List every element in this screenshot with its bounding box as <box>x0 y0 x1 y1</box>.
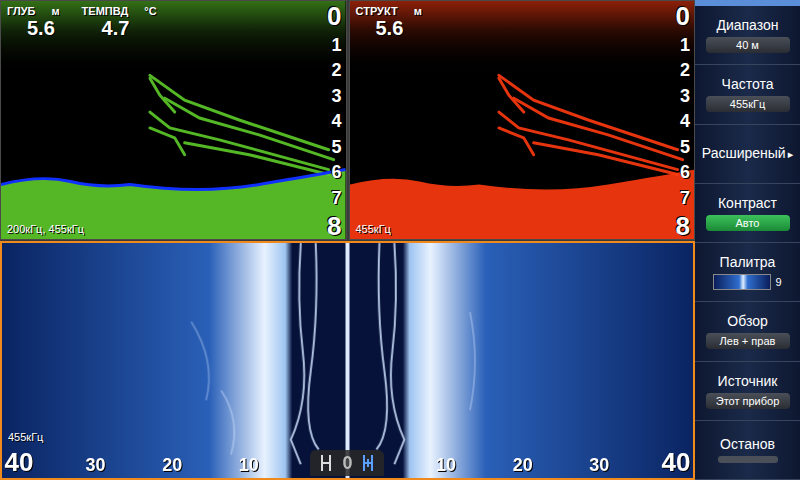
depth-scale: 0 1 2 3 4 5 6 7 8 <box>676 3 690 239</box>
readout: ТЕМПВД °C4.7 <box>82 5 157 39</box>
depth-mark: 4 <box>331 111 341 131</box>
menu-label: Расширеный▸ <box>702 145 793 162</box>
readout-value: 4.7 <box>82 17 157 39</box>
readout-label: ТЕМПВД <box>82 5 129 17</box>
depth-mark: 5 <box>680 137 690 157</box>
depth-mark: 6 <box>680 162 690 182</box>
top-row: ГЛУБм5.6ТЕМПВД°C4.7012345678200кГц, 455к… <box>0 0 695 240</box>
range-mark: 30 <box>584 454 614 476</box>
menu-value[interactable]: 455кГц <box>706 96 790 112</box>
readout-label: ГЛУБ <box>7 5 35 17</box>
range-mark: 0 <box>342 452 352 474</box>
depth-mark: 1 <box>680 35 690 55</box>
range-mark: 30 <box>81 454 111 476</box>
depth-mark: 7 <box>331 188 341 208</box>
readout-value: 5.6 <box>356 17 422 39</box>
menu-value[interactable]: Авто <box>706 215 790 231</box>
menu-item[interactable]: Палитра 9 <box>695 243 800 302</box>
palette-number: 9 <box>775 276 781 288</box>
depth-mark: 3 <box>331 86 341 106</box>
readouts: СТРУКТ м5.6 <box>356 5 422 39</box>
display-area: ГЛУБм5.6ТЕМПВД°C4.7012345678200кГц, 455к… <box>0 0 695 480</box>
readout: СТРУКТ м5.6 <box>356 5 422 39</box>
depth-mark: 3 <box>680 86 690 106</box>
range-mark: 40 <box>661 448 691 476</box>
menu-value[interactable]: Лев + прав <box>706 333 790 349</box>
menu-item[interactable]: Обзор Лев + прав <box>695 302 800 361</box>
palette-selector[interactable]: 9 <box>713 274 781 290</box>
side-scan-image <box>2 243 693 478</box>
frequency-label: 200кГц, 455кГц <box>7 223 84 236</box>
range-mark: 10 <box>431 454 461 476</box>
side-scan-pane[interactable]: 455кГц 40 30 20 10 0 10 20 30 40 <box>0 241 695 480</box>
readout: ГЛУБ м5.6 <box>7 5 60 39</box>
scan-direction-control: 0 <box>310 450 384 476</box>
menu-label: Диапазон <box>716 17 778 33</box>
depth-mark: 4 <box>680 111 690 131</box>
menu-value[interactable]: 40 м <box>706 37 790 53</box>
menu-item[interactable]: Частота 455кГц <box>695 65 800 124</box>
structure-scan-pane[interactable]: СТРУКТ м5.6 0 1 2 3 4 5 6 7 8 455кГц <box>349 0 696 240</box>
menu-item[interactable]: Контраст Авто <box>695 184 800 243</box>
menu-label: Обзор <box>727 313 767 329</box>
menu-item[interactable]: Диапазон 40 м <box>695 6 800 65</box>
palette-swatch <box>713 274 771 290</box>
menu-item[interactable]: Расширеный▸ <box>695 125 800 184</box>
menu-value[interactable]: Этот прибор <box>706 393 790 409</box>
readout-unit: °C <box>144 5 156 17</box>
menu-label: Контраст <box>718 195 777 211</box>
menu-label: Палитра <box>720 254 776 270</box>
depth-mark: 2 <box>331 60 341 80</box>
readout-label: СТРУКТ <box>356 5 398 17</box>
depth-mark: 8 <box>327 213 341 239</box>
depth-scale: 0 1 2 3 4 5 6 7 8 <box>327 3 341 239</box>
side-menu: Диапазон 40 м Частота 455кГц Расширеный▸ Конт… <box>695 0 800 480</box>
readout-value: 5.6 <box>7 17 60 39</box>
range-mark: 40 <box>4 448 34 476</box>
menu-item[interactable]: Источник Этот прибор <box>695 362 800 421</box>
left-scan-icon[interactable] <box>320 454 332 472</box>
depth-mark: 0 <box>327 3 341 29</box>
range-mark: 20 <box>157 454 187 476</box>
frequency-label: 455кГц <box>8 431 43 444</box>
menu-label: Частота <box>722 76 774 92</box>
right-scan-icon[interactable] <box>362 454 374 472</box>
toggle-indicator[interactable] <box>718 456 778 463</box>
readout-unit: м <box>51 5 59 17</box>
menu-item[interactable]: Останов <box>695 421 800 480</box>
range-mark: 20 <box>508 454 538 476</box>
depth-mark: 0 <box>676 3 690 29</box>
depth-mark: 2 <box>680 60 690 80</box>
depth-mark: 1 <box>331 35 341 55</box>
menu-label: Останов <box>720 436 775 452</box>
frequency-label: 455кГц <box>356 223 391 236</box>
depth-mark: 8 <box>676 213 690 239</box>
range-mark: 10 <box>234 454 264 476</box>
sonar-screen: ГЛУБм5.6ТЕМПВД°C4.7012345678200кГц, 455к… <box>0 0 800 480</box>
depth-mark: 7 <box>680 188 690 208</box>
submenu-arrow: ▸ <box>788 148 794 160</box>
readouts: ГЛУБ м5.6 ТЕМПВД °C4.7 <box>7 5 157 39</box>
readout-unit: м <box>414 5 422 17</box>
depth-mark: 6 <box>331 162 341 182</box>
range-scale: 40 30 20 10 0 10 20 30 40 <box>4 448 691 476</box>
menu-label: Источник <box>718 373 778 389</box>
depth-mark: 5 <box>331 137 341 157</box>
2d-sonar-pane[interactable]: ГЛУБ м5.6 ТЕМПВД °C4.7 0 1 2 3 4 5 6 7 8 200кГц, 455к… <box>0 0 347 240</box>
